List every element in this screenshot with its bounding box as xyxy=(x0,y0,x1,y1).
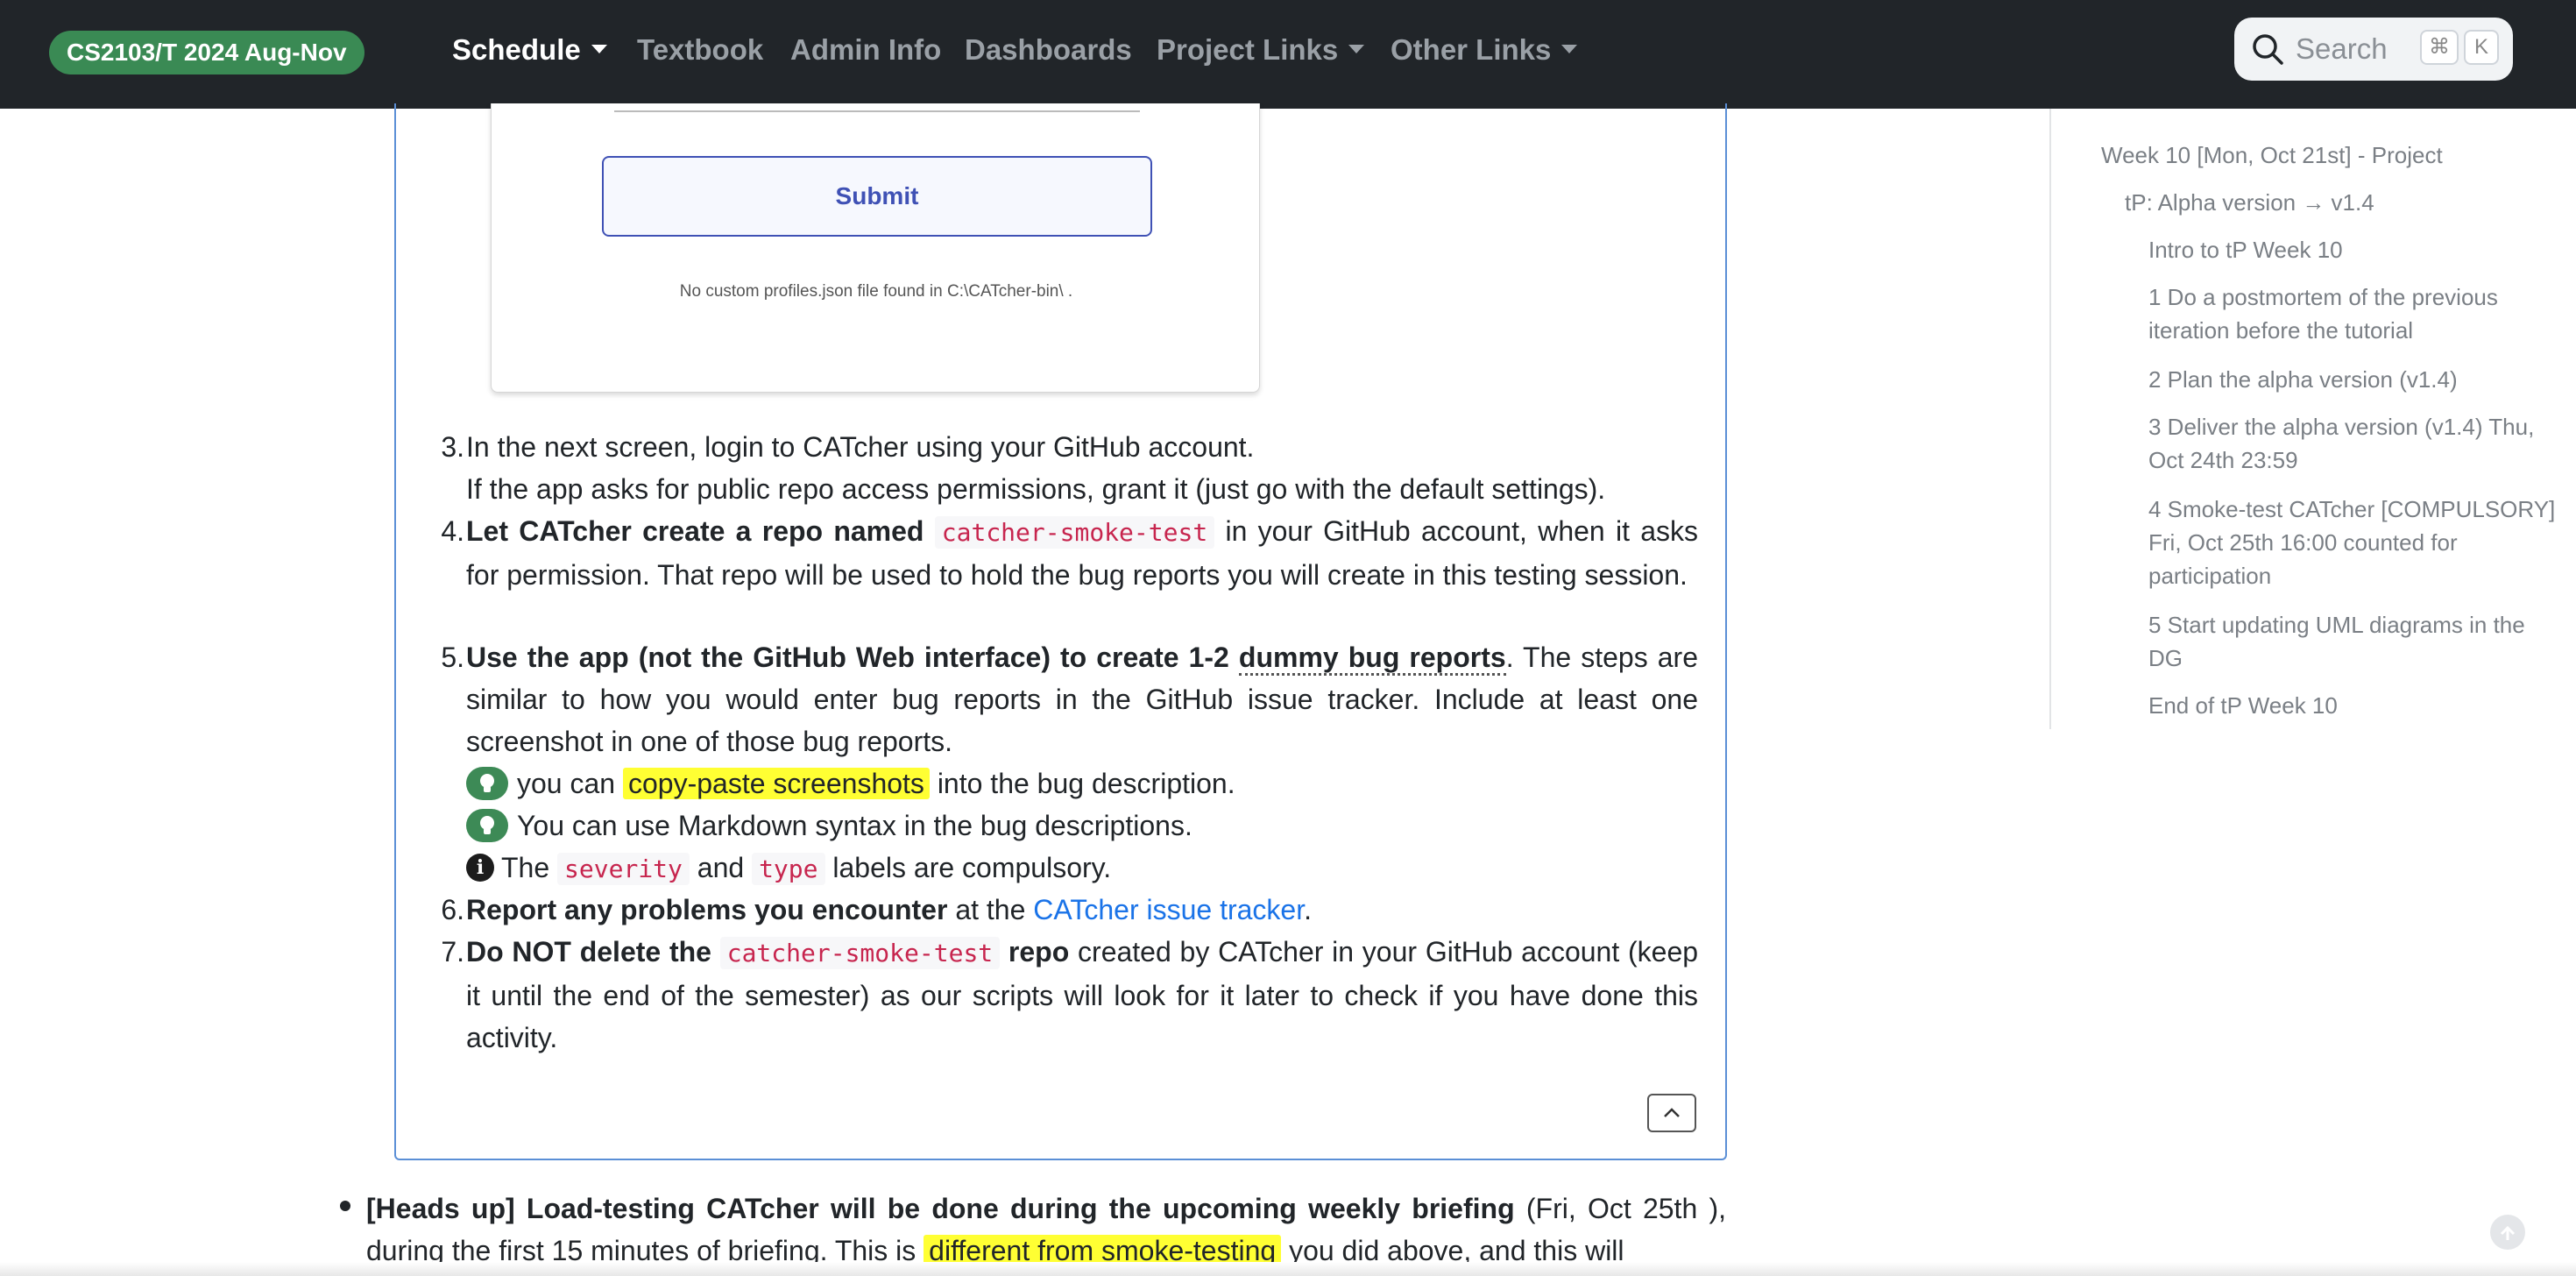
nav-other-links-label: Other Links xyxy=(1391,33,1552,66)
chevron-down-icon xyxy=(1348,45,1365,54)
chevron-down-icon xyxy=(591,45,607,54)
step-4-bold: Let CATcher create a repo named xyxy=(466,515,924,547)
step-number: 6. xyxy=(441,894,464,925)
repo-name-code: catcher-smoke-test xyxy=(719,937,1001,969)
search-box[interactable]: Search ⌘ K xyxy=(2234,18,2513,81)
step-6-end: . xyxy=(1304,894,1312,925)
step-number: 4. xyxy=(441,515,464,547)
step-3-line-2: If the app asks for public repo access p… xyxy=(466,473,1606,505)
bullet-bold: [Heads up] Load-testing CATcher will be … xyxy=(366,1193,1515,1224)
chevron-down-icon xyxy=(1561,45,1578,54)
search-label: Search xyxy=(2296,32,2388,65)
k-key: K xyxy=(2464,30,2499,65)
site-brand[interactable]: CS2103/T 2024 Aug-Nov xyxy=(49,31,364,74)
step-6-mid: at the xyxy=(955,894,1026,925)
tip-markdown: You can use Markdown syntax in the bug d… xyxy=(466,805,1698,847)
search-icon xyxy=(2253,34,2283,65)
nav-project-links-label: Project Links xyxy=(1157,33,1339,66)
type-code: type xyxy=(752,853,825,885)
toc-item-end[interactable]: End of tP Week 10 xyxy=(2148,689,2551,722)
lightbulb-icon xyxy=(466,808,508,842)
lightbulb-icon xyxy=(466,766,508,800)
input-underline xyxy=(614,110,1140,112)
submit-button: Submit xyxy=(602,156,1152,237)
bullet-marker xyxy=(340,1201,350,1211)
dummy-bug-reports-tooltip[interactable]: dummy bug reports xyxy=(1238,642,1506,676)
nav-admin-info[interactable]: Admin Info xyxy=(790,28,941,72)
step-6-bold: Report any problems you encounter xyxy=(466,894,948,925)
toc-item-week-10[interactable]: Week 10 [Mon, Oct 21st] - Project xyxy=(2101,138,2557,172)
info-post: labels are compulsory. xyxy=(832,852,1112,883)
nav-dashboards[interactable]: Dashboards xyxy=(965,28,1132,72)
tip-copy-paste: you can copy-paste screenshots into the … xyxy=(466,762,1698,805)
catcher-login-screenshot: Submit No custom profiles.json file foun… xyxy=(491,103,1260,393)
tip-1-post: into the bug description. xyxy=(937,768,1235,799)
toc-item-plan-alpha[interactable]: 2 Plan the alpha version (v1.4) xyxy=(2148,363,2551,396)
load-testing-bullet: [Heads up] Load-testing CATcher will be … xyxy=(366,1187,1726,1272)
info-pre: The xyxy=(501,852,550,883)
toc-border xyxy=(2049,109,2051,729)
nav-schedule-label: Schedule xyxy=(452,33,581,66)
step-number: 7. xyxy=(441,936,464,968)
repo-name-code: catcher-smoke-test xyxy=(934,516,1215,549)
catcher-issue-tracker-link[interactable]: CATcher issue tracker xyxy=(1033,894,1304,925)
tip-2-text: You can use Markdown syntax in the bug d… xyxy=(517,810,1192,841)
toc-item-intro[interactable]: Intro to tP Week 10 xyxy=(2148,233,2551,266)
nav-other-links[interactable]: Other Links xyxy=(1391,28,1578,72)
command-key: ⌘ xyxy=(2420,30,2459,65)
toc-item-tp-alpha[interactable]: tP: Alpha version → v1.4 xyxy=(2125,186,2554,219)
toc-item-uml[interactable]: 5 Start updating UML diagrams in the DG xyxy=(2148,608,2551,675)
toc-item-deliver-alpha[interactable]: 3 Deliver the alpha version (v1.4) Thu, … xyxy=(2148,410,2551,477)
nav-textbook[interactable]: Textbook xyxy=(637,28,763,72)
toc-item-smoke-test[interactable]: 4 Smoke-test CATcher [COMPULSORY] Fri, O… xyxy=(2148,493,2560,592)
window-bottom-edge xyxy=(0,1262,2576,1276)
step-7-bold-2: repo xyxy=(1008,936,1070,968)
severity-code: severity xyxy=(557,853,690,885)
top-navbar: CS2103/T 2024 Aug-Nov Schedule Textbook … xyxy=(0,0,2576,109)
tip-1-highlight: copy-paste screenshots xyxy=(622,768,930,799)
info-icon: i xyxy=(466,853,494,882)
info-mid: and xyxy=(697,852,745,883)
collapse-panel-button[interactable] xyxy=(1647,1094,1696,1132)
profiles-note: No custom profiles.json file found in C:… xyxy=(679,282,1073,301)
step-5-bold: Use the app (not the GitHub Web interfac… xyxy=(466,642,1229,673)
step-number: 3. xyxy=(441,431,464,463)
step-3-line-1: In the next screen, login to CATcher usi… xyxy=(466,431,1255,463)
toc-item-postmortem[interactable]: 1 Do a postmortem of the previous iterat… xyxy=(2148,280,2551,347)
chevron-up-icon xyxy=(1664,1108,1680,1117)
nav-project-links[interactable]: Project Links xyxy=(1157,28,1365,72)
tip-1-pre: you can xyxy=(517,768,616,799)
nav-schedule[interactable]: Schedule xyxy=(452,28,607,72)
step-number: 5. xyxy=(441,642,464,673)
step-7-bold-1: Do NOT delete the xyxy=(466,936,711,968)
info-labels: i The severity and type labels are compul… xyxy=(466,847,1698,890)
scroll-top-icon[interactable] xyxy=(2490,1215,2525,1250)
